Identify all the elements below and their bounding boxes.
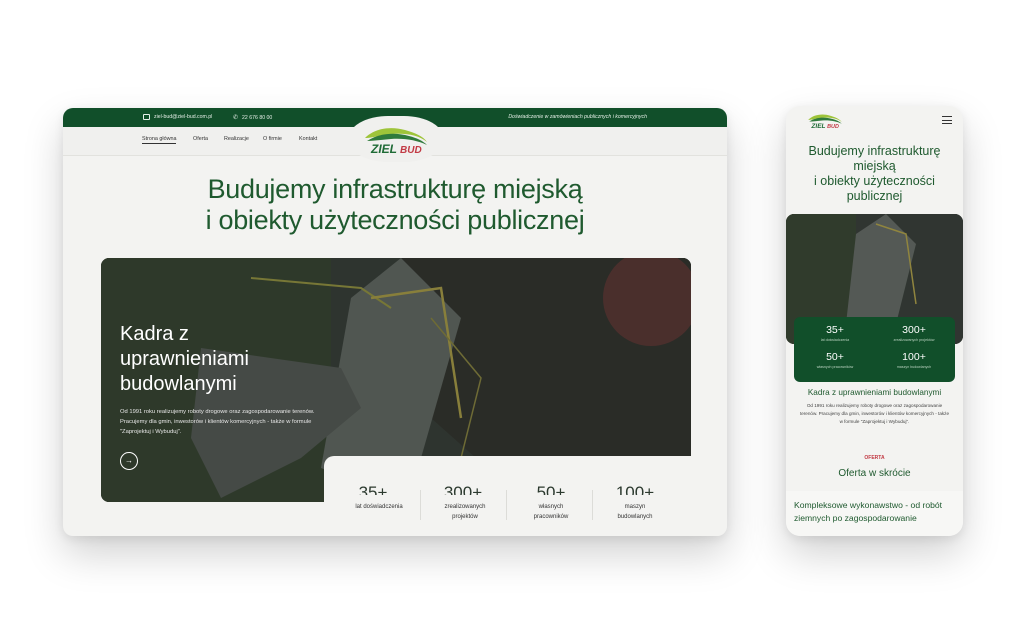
ziel-bud-logo-mobile[interactable]: ZIEL BUD — [806, 110, 844, 132]
top-bar-tagline: Doświadczenie w zamówieniach publicznych… — [508, 114, 647, 120]
stat-divider — [506, 490, 507, 520]
stat-number: 300+ — [433, 486, 493, 495]
stat-label: zrealizowanych projektów — [429, 502, 501, 522]
stat-number: 35+ — [343, 486, 403, 495]
nav-home[interactable]: Strona główna — [142, 136, 177, 144]
nav-projects[interactable]: Realizacje — [224, 136, 249, 142]
stat-label-line: budowlanych — [617, 514, 653, 520]
mobile-stat-number: 50+ — [826, 351, 844, 363]
mobile-stat-label: zrealizowanych projektów — [893, 338, 935, 342]
stat-label-line: pracowników — [533, 514, 569, 520]
headline-line-2: i obiekty użyteczności publicznej — [205, 205, 585, 235]
svg-text:ZIEL: ZIEL — [370, 142, 397, 156]
nav-offer[interactable]: Oferta — [193, 136, 208, 142]
stats-card — [324, 456, 727, 536]
offer-card-title: Kompleksowe wykonawstwo - od robót ziemn… — [794, 500, 943, 523]
mobile-hero-subtitle: Kadra z uprawnieniami budowlanymi — [807, 388, 942, 397]
phone-icon: ✆ — [233, 115, 239, 121]
nav-about[interactable]: O firmie — [263, 136, 282, 142]
headline-line-1: Budujemy infrastrukturę miejską — [207, 174, 583, 204]
mobile-headline-line: miejską — [853, 159, 896, 173]
mobile-stat-label: maszyn budowlanych — [896, 365, 932, 369]
mobile-stat-number: 300+ — [902, 324, 926, 336]
mobile-headline-line: publicznej — [846, 189, 903, 203]
svg-text:BUD: BUD — [400, 145, 422, 156]
stat-label-line: zrealizowanych — [444, 504, 486, 510]
stat-label-line: własnych — [538, 504, 564, 510]
mobile-stat-label: własnych pracowników — [816, 365, 854, 369]
mobile-headline: Budujemy infrastrukturę miejską i obiekt… — [794, 144, 955, 204]
stat-number: 100+ — [605, 486, 665, 495]
mobile-stat: 100+ maszyn budowlanych — [875, 351, 953, 370]
svg-text:ZIEL: ZIEL — [810, 123, 825, 130]
mail-icon — [143, 114, 150, 120]
mobile-hero-description: Od 1991 roku realizujemy roboty drogowe … — [799, 403, 950, 424]
mobile-stat: 50+ własnych pracowników — [796, 351, 874, 370]
mobile-stats-card: 35+ lat doświadczenia 300+ zrealizowanyc… — [794, 317, 955, 382]
stat-label-line: lat doświadczenia — [355, 504, 403, 510]
mobile-stat-number: 100+ — [902, 351, 926, 363]
top-bar-phone[interactable]: ✆ 22 676 80 00 — [233, 114, 273, 122]
stat-label: maszyn budowlanych — [599, 502, 671, 522]
top-bar-email[interactable]: ziel-bud@ziel-bud.com.pl — [143, 114, 212, 120]
mobile-stat: 300+ zrealizowanych projektów — [875, 324, 953, 343]
phone-text: 22 676 80 00 — [242, 114, 273, 121]
svg-text:BUD: BUD — [827, 124, 839, 130]
mobile-headline-line: i obiekty użyteczności — [814, 174, 935, 188]
mobile-mockup: ZIEL BUD Budujemy infrastrukturę miejską… — [786, 106, 963, 536]
hamburger-menu-icon[interactable] — [942, 116, 952, 127]
stat-label-line: maszyn — [624, 504, 646, 510]
stat-label: lat doświadczenia — [343, 502, 415, 512]
mobile-stat-number: 35+ — [826, 324, 844, 336]
email-text: ziel-bud@ziel-bud.com.pl — [154, 114, 213, 120]
stat-number: 50+ — [521, 486, 581, 495]
ziel-bud-logo[interactable]: ZIEL BUD — [361, 124, 431, 156]
stat-label-line: projektów — [452, 514, 478, 520]
stat-divider — [420, 490, 421, 520]
page-headline: Budujemy infrastrukturę miejską i obiekt… — [63, 174, 727, 236]
offer-title: Oferta w skrócie — [838, 468, 911, 479]
desktop-mockup: ziel-bud@ziel-bud.com.pl ✆ 22 676 80 00 … — [63, 108, 727, 536]
mobile-stat-label: lat doświadczenia — [820, 338, 850, 342]
nav-contact[interactable]: Kontakt — [299, 136, 317, 142]
stat-divider — [592, 490, 593, 520]
hero-description: Od 1991 roku realizujemy roboty drogowe … — [120, 409, 315, 435]
offer-overline: OFERTA — [864, 455, 885, 461]
mobile-stat: 35+ lat doświadczenia — [796, 324, 874, 343]
arrow-right-icon[interactable]: → — [120, 452, 138, 470]
stat-label: własnych pracowników — [515, 502, 587, 522]
hero-title: Kadra z uprawnieniami budowlanymi — [120, 323, 249, 395]
mobile-headline-line: Budujemy infrastrukturę — [808, 144, 941, 158]
